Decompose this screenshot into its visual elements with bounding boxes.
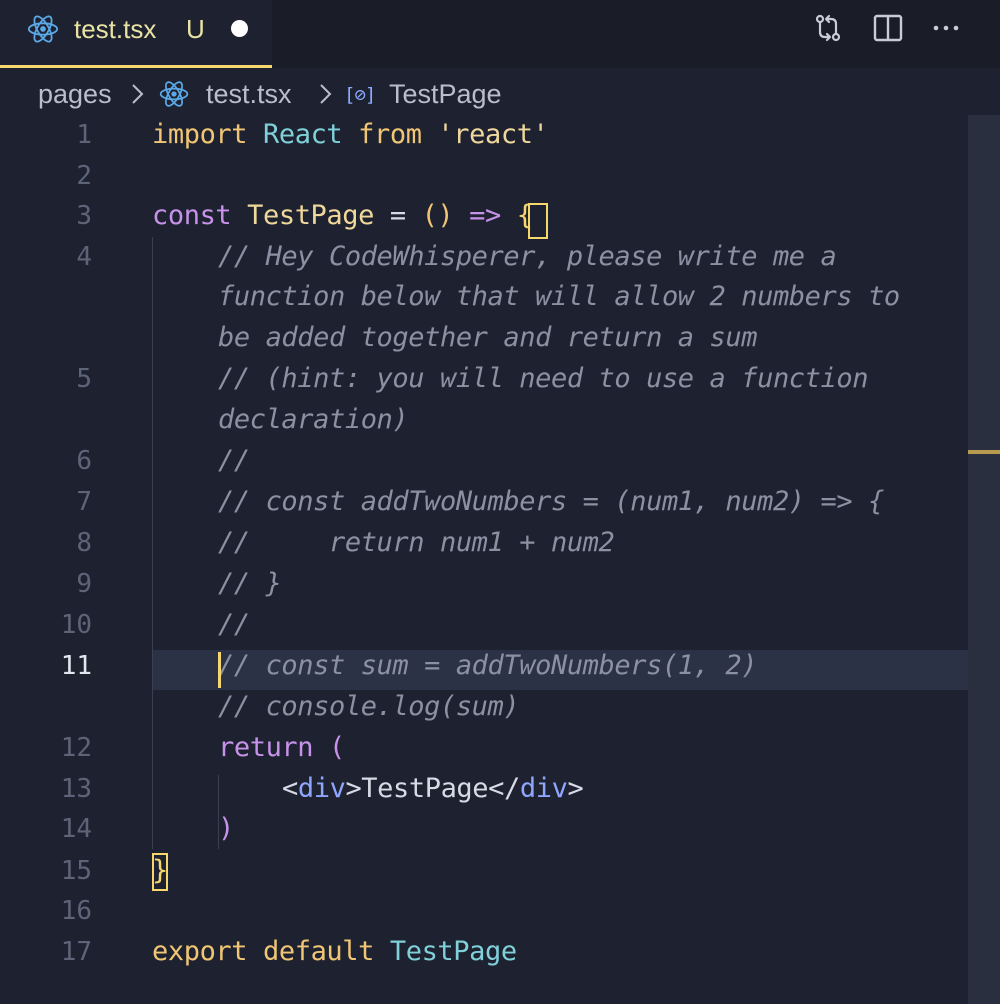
breadcrumb-folder[interactable]: pages [38,76,112,112]
code-token: React [263,119,343,150]
tab-filename: test.tsx [74,14,157,44]
code-token: // (hint: you will need to use a functio… [218,363,869,394]
code-line: // const sum = addTwoNumbers(1, 2) [218,648,757,684]
breadcrumb-symbol[interactable]: TestPage [389,76,502,112]
code-token: const [152,200,232,231]
react-icon [159,81,189,107]
symbol-variable-icon: [⊘] [344,84,376,106]
code-line: ) [218,811,234,847]
indent-guide [152,237,153,849]
code-line: <div>TestPage</div> [282,771,584,807]
code-token: >TestPage</ [345,773,520,804]
code-token: function below that will allow 2 numbers… [218,281,900,312]
code-line: function below that will allow 2 numbers… [218,279,900,315]
line-number: 17 [60,937,92,967]
unsaved-dot-icon[interactable] [231,20,248,37]
code-token: export [152,936,248,967]
tab-git-status-badge: U [186,14,205,44]
code-token: // } [218,568,282,599]
code-token: // const sum = addTwoNumbers(1, 2) [218,650,758,681]
code-line: export default TestPage [152,934,517,970]
code-line: // return num1 + num2 [218,525,615,561]
line-number: 12 [60,733,92,763]
code-line: declaration) [218,402,409,438]
line-number: 5 [76,364,92,394]
code-line: const TestPage = () => { [152,198,533,234]
line-number: 14 [60,814,92,844]
code-line: // (hint: you will need to use a functio… [218,361,868,397]
line-number: 9 [76,569,92,599]
line-number: 8 [76,528,92,558]
line-number: 6 [76,446,92,476]
code-token: => [453,200,517,231]
breadcrumb-file[interactable]: test.tsx [206,76,292,112]
line-number: 13 [60,774,92,804]
code-token: div [519,773,568,804]
git-compare-icon[interactable] [812,12,844,44]
code-token: ) [218,813,234,844]
line-number: 16 [60,896,92,926]
code-editor[interactable]: 1 import React from 'react' 2 3 const TestPa… [0,115,1000,1004]
code-token: return [218,732,314,763]
code-token: 'react' [437,119,549,150]
code-line: return ( [218,730,345,766]
bracket-match-highlight [152,853,168,891]
code-token: > [567,773,584,804]
code-token: // Hey CodeWhisperer, please write me a [218,241,837,272]
code-token: = [373,200,422,231]
react-icon [27,15,59,43]
code-token: < [282,773,298,804]
chevron-right-icon [132,84,144,104]
code-line: // [218,443,250,479]
chevron-right-icon [320,84,332,104]
code-token: // [218,445,250,476]
line-number: 7 [76,487,92,517]
code-token: declaration) [218,404,409,435]
code-token: from [358,119,422,150]
line-number: 2 [76,161,92,191]
code-line: import React from 'react' [152,117,549,153]
code-token: // const addTwoNumbers = (num1, num2) =>… [218,486,884,517]
code-line: // [218,607,250,643]
code-line: // } [218,566,282,602]
line-number: 11 [60,651,92,681]
breadcrumb: pages test.tsx [⊘] TestPage [0,70,1000,118]
code-token: div [297,773,346,804]
line-number: 15 [60,856,92,886]
code-token: // [218,609,250,640]
scrollbar-cursor-marker [968,450,1000,454]
line-number: 4 [76,242,92,272]
code-line: // Hey CodeWhisperer, please write me a [218,239,837,275]
editor-tab[interactable]: test.tsx U [0,0,272,68]
code-token: import [152,119,248,150]
bracket-match-highlight [528,203,548,239]
code-token: // console.log(sum) [218,691,520,722]
code-token: TestPage [389,936,517,967]
line-number: 1 [76,120,92,150]
code-line: // console.log(sum) [218,689,520,725]
code-token: ( [329,732,345,763]
code-token: default [263,936,374,967]
code-token: be added together and return a sum [218,322,758,353]
text-cursor [218,652,221,688]
split-editor-icon[interactable] [872,12,904,44]
line-number: 10 [60,610,92,640]
editor-tab-bar: test.tsx U [0,0,1000,68]
code-token: () [421,200,454,231]
code-line: be added together and return a sum [218,320,757,356]
line-number: 3 [76,201,92,231]
more-actions-icon[interactable] [930,12,962,44]
code-token: TestPage [247,200,374,231]
vertical-scrollbar[interactable] [968,115,1000,1004]
code-line: // const addTwoNumbers = (num1, num2) =>… [218,484,884,520]
code-token: // return num1 + num2 [218,527,615,558]
